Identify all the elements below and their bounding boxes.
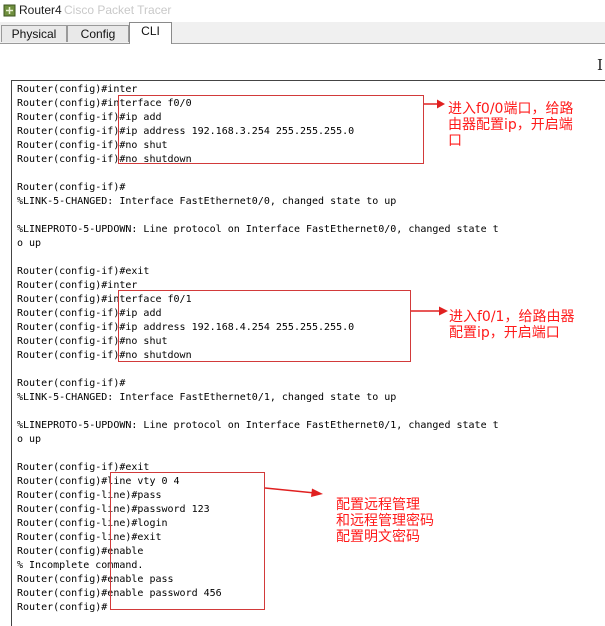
tab-physical[interactable]: Physical: [1, 25, 67, 42]
tab-config[interactable]: Config: [67, 25, 129, 42]
annotation-note-f0-1: 进入f0/1，给路由器 配置ip，开启端口: [449, 309, 574, 341]
annotation-line: 和远程管理密码: [336, 513, 434, 529]
annotation-note-f0-0: 进入f0/0端口，给路 由器配置ip，开启端 口: [448, 101, 573, 149]
cli-line: Router(config-if)#: [17, 182, 126, 193]
tab-cli[interactable]: CLI: [129, 22, 172, 44]
annotation-note-vty: 配置远程管理 和远程管理密码 配置明文密码: [336, 497, 434, 545]
annotation-line: 配置远程管理: [336, 497, 420, 513]
highlight-box-f0-1: [118, 290, 411, 362]
annotation-line: 进入f0/0端口，给路: [448, 101, 574, 117]
annotation-arrow-vty: [264, 487, 323, 497]
tab-bar: Physical Config CLI: [0, 22, 605, 44]
cli-line: %LINK-5-CHANGED: Interface FastEthernet0…: [17, 196, 397, 207]
highlight-box-vty: [110, 472, 265, 610]
window-subtitle: Cisco Packet Tracer: [64, 3, 172, 17]
annotation-line: 配置明文密码: [336, 529, 420, 545]
highlight-box-f0-0: [118, 95, 424, 164]
cli-line: o up: [17, 238, 42, 249]
text-cursor-icon: I: [597, 56, 603, 74]
cli-line: [17, 363, 499, 377]
annotation-arrow-f0-0: [424, 99, 445, 109]
cli-line: %LINK-5-CHANGED: Interface FastEthernet0…: [17, 392, 397, 403]
annotation-line: 配置ip，开启端口: [449, 325, 560, 341]
cli-line: [17, 447, 499, 461]
cli-line: [17, 405, 499, 419]
window-title: Router4: [19, 3, 62, 17]
cli-line: Router(config-if)#exit: [17, 266, 150, 277]
cli-line: [17, 209, 499, 223]
router-app-icon: [3, 4, 16, 17]
annotation-arrow-f0-1: [411, 306, 448, 316]
cli-line: %LINEPROTO-5-UPDOWN: Line protocol on In…: [17, 420, 499, 431]
cli-line: [17, 167, 499, 181]
cli-line: Router(config-if)#: [17, 378, 126, 389]
cli-line: %LINEPROTO-5-UPDOWN: Line protocol on In…: [17, 224, 499, 235]
cli-line: [17, 251, 499, 265]
annotation-line: 进入f0/1，给路由器: [449, 309, 575, 325]
cli-line: o up: [17, 434, 42, 445]
title-bar: Router4 Cisco Packet Tracer: [0, 0, 605, 22]
annotation-line: 由器配置ip，开启端: [448, 117, 573, 133]
annotation-line: 口: [448, 133, 462, 149]
